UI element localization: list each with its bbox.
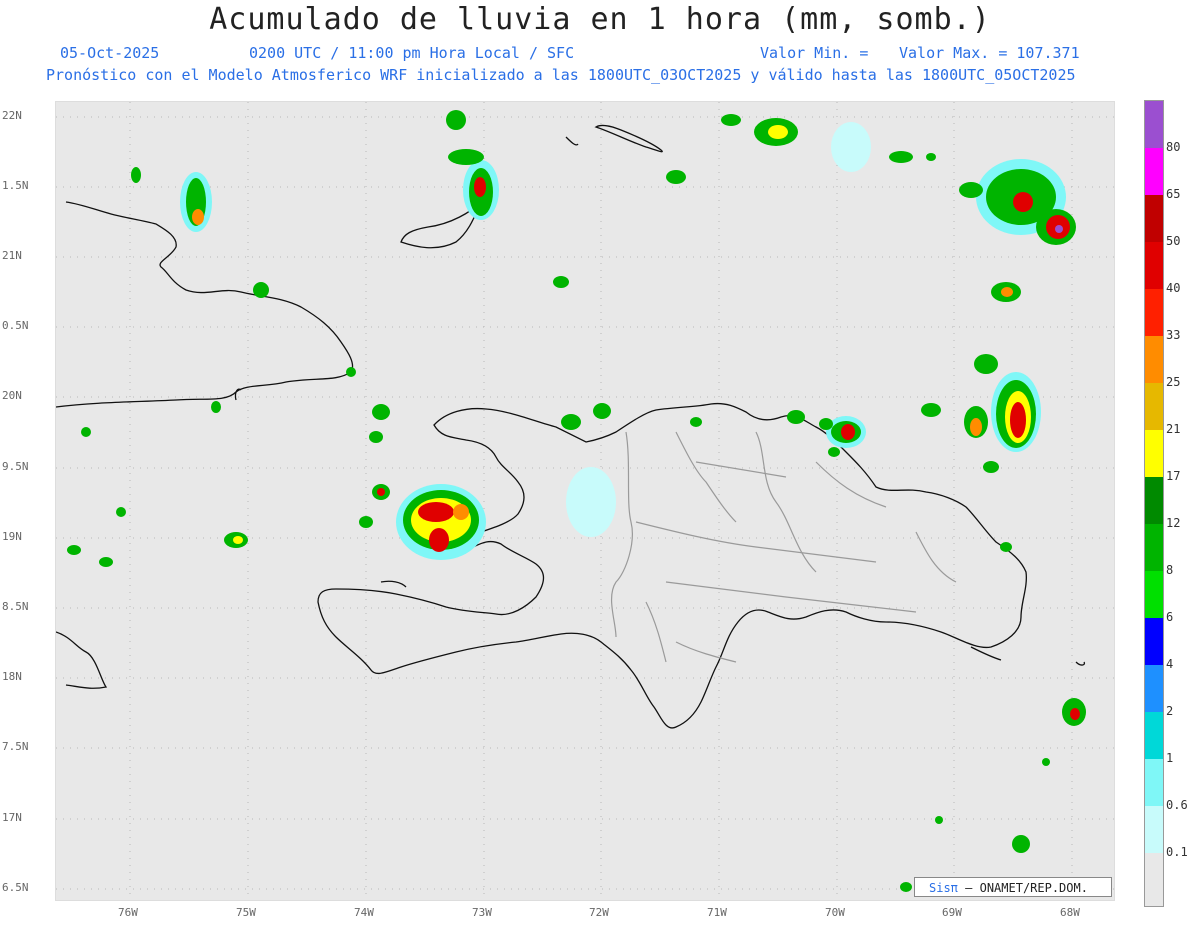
lon-label: 68W	[1060, 906, 1080, 919]
cb-segment	[1145, 524, 1163, 571]
brand-logo: Sisπ	[929, 881, 958, 895]
cb-label: 80	[1166, 140, 1181, 154]
credit-text: – ONAMET/REP.DOM.	[965, 881, 1088, 895]
map-title: Acumulado de lluvia en 1 hora (mm, somb.…	[209, 2, 991, 37]
max-value: Valor Max. = 107.371	[899, 44, 1080, 62]
cb-label: 17	[1166, 469, 1181, 483]
lat-label: 8.5N	[2, 600, 29, 613]
cb-segment	[1145, 430, 1163, 477]
lon-label: 69W	[942, 906, 962, 919]
cb-segment	[1145, 242, 1163, 289]
lon-label: 73W	[472, 906, 492, 919]
lat-label: 9.5N	[2, 460, 29, 473]
cb-segment	[1145, 383, 1163, 430]
cb-label: 21	[1166, 422, 1181, 436]
map-area	[55, 101, 1115, 901]
cb-label: 50	[1166, 234, 1181, 248]
lat-label: 19N	[2, 530, 22, 543]
cb-label: 65	[1166, 187, 1181, 201]
lon-label: 75W	[236, 906, 256, 919]
lat-label: 7.5N	[2, 740, 29, 753]
lat-label: 20N	[2, 389, 22, 402]
forecast-time: 0200 UTC / 11:00 pm Hora Local / SFC	[249, 44, 575, 62]
lat-label: 1.5N	[2, 179, 29, 192]
cb-segment	[1145, 289, 1163, 336]
cb-segment	[1145, 148, 1163, 195]
lat-label: 6.5N	[2, 881, 29, 894]
cb-segment	[1145, 101, 1163, 148]
cb-label: 33	[1166, 328, 1181, 342]
cb-segment	[1145, 477, 1163, 524]
cb-segment	[1145, 618, 1163, 665]
rain-cells	[67, 110, 1086, 892]
forecast-date: 05-Oct-2025	[60, 44, 160, 62]
cb-label: 12	[1166, 516, 1181, 530]
cb-label: 8	[1166, 563, 1174, 577]
cb-segment	[1145, 665, 1163, 712]
cb-segment	[1145, 336, 1163, 383]
precip-map	[56, 102, 1114, 900]
cb-label: 40	[1166, 281, 1181, 295]
lon-label: 74W	[354, 906, 374, 919]
province-borders	[611, 431, 957, 663]
lat-label: 0.5N	[2, 319, 29, 332]
cb-segment	[1145, 853, 1163, 906]
cb-label: 2	[1166, 704, 1174, 718]
cb-segment	[1145, 571, 1163, 618]
cb-segment	[1145, 712, 1163, 759]
cb-label: 1	[1166, 751, 1174, 765]
cb-segment	[1145, 195, 1163, 242]
lat-label: 17N	[2, 811, 22, 824]
lat-label: 21N	[2, 249, 22, 262]
cb-label: 0.1	[1166, 845, 1188, 859]
model-info: Pronóstico con el Modelo Atmosferico WRF…	[46, 66, 1076, 84]
lon-label: 71W	[707, 906, 727, 919]
color-bar	[1144, 100, 1164, 907]
cb-label: 0.6	[1166, 798, 1188, 812]
cb-segment	[1145, 806, 1163, 853]
min-value: Valor Min. =	[760, 44, 869, 62]
lat-label: 18N	[2, 670, 22, 683]
cb-label: 25	[1166, 375, 1181, 389]
cb-label: 4	[1166, 657, 1174, 671]
credit-box: Sisπ – ONAMET/REP.DOM.	[914, 877, 1112, 897]
cb-segment	[1145, 759, 1163, 806]
lon-label: 70W	[825, 906, 845, 919]
lat-label: 22N	[2, 109, 22, 122]
lon-label: 72W	[589, 906, 609, 919]
cb-label: 6	[1166, 610, 1174, 624]
lon-label: 76W	[118, 906, 138, 919]
